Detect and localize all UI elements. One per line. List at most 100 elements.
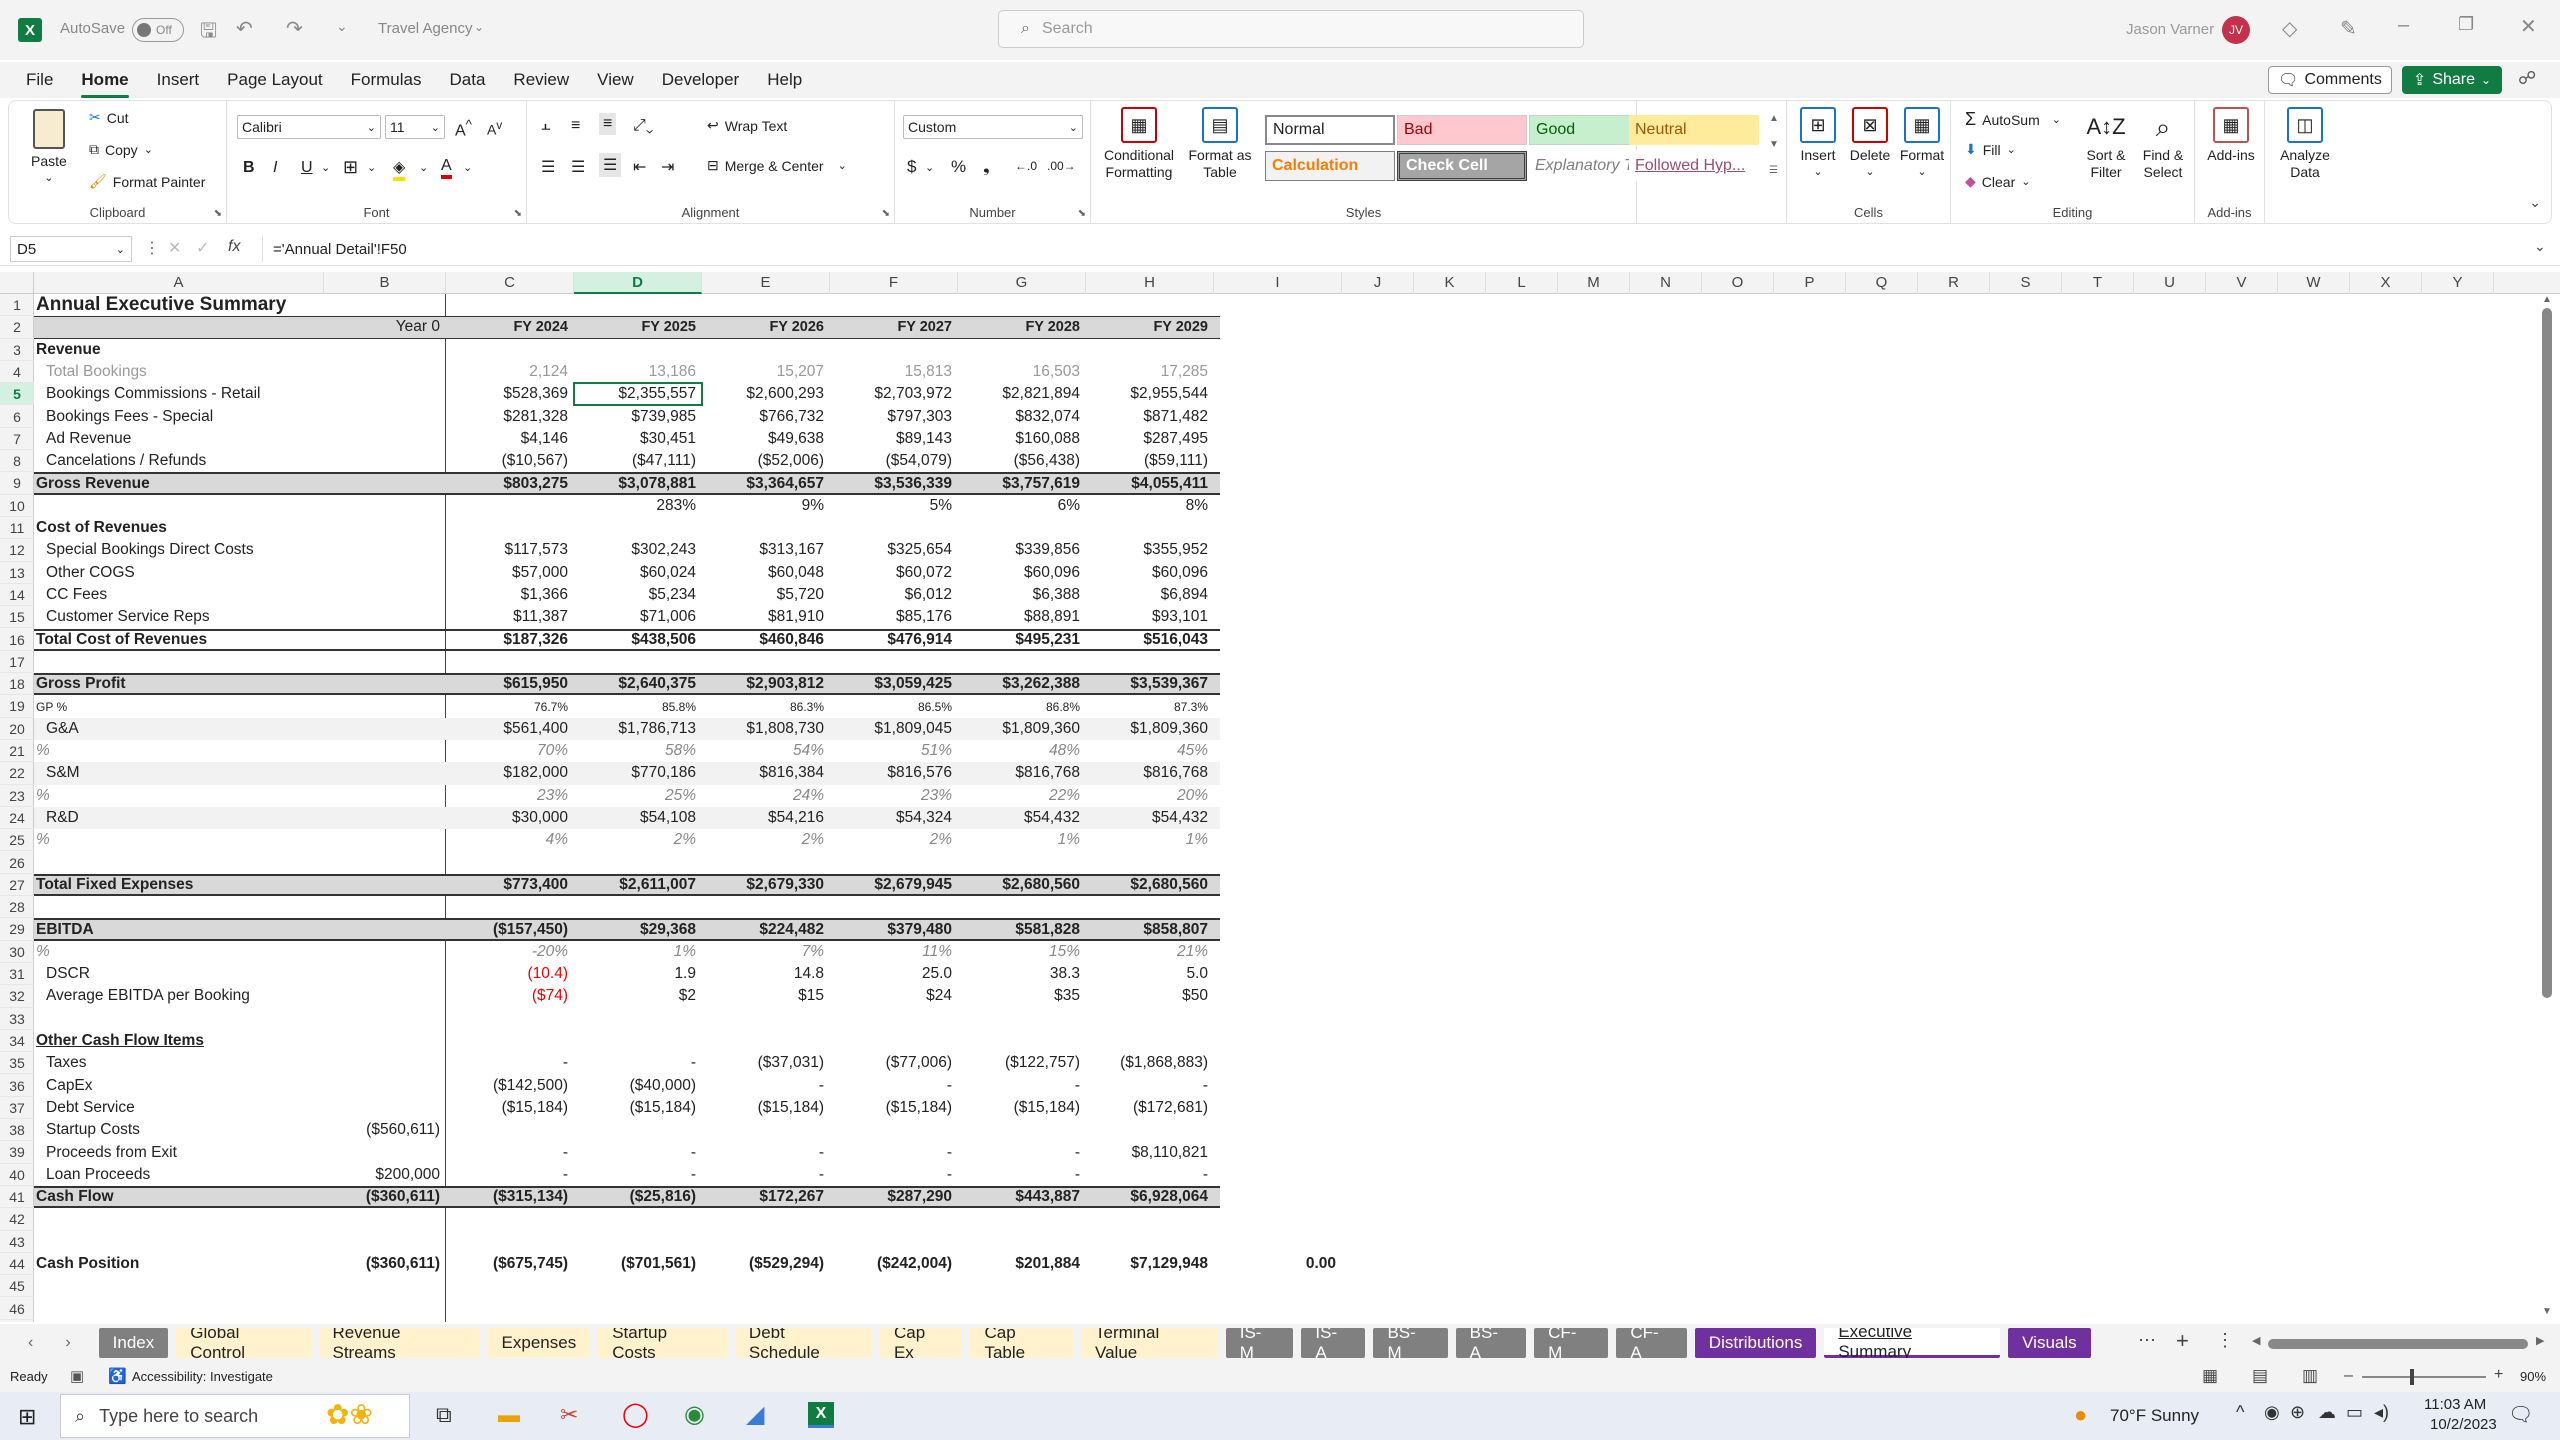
column-header-s[interactable]: S bbox=[1990, 272, 2062, 294]
sheet-tab-index[interactable]: Index bbox=[98, 1328, 169, 1358]
check-value[interactable]: 0.00 bbox=[1214, 1253, 1342, 1275]
minimize-icon[interactable]: – bbox=[2398, 14, 2409, 37]
value-cell[interactable]: ($172,681) bbox=[1086, 1097, 1214, 1119]
find-select-button[interactable]: ⌕ Find & Select bbox=[2135, 107, 2191, 181]
borders-chevron-icon[interactable]: ⌄ bbox=[367, 161, 376, 174]
value-cell[interactable]: ($15,184) bbox=[830, 1097, 958, 1119]
row-header-35[interactable]: 35 bbox=[0, 1052, 34, 1075]
select-all-corner[interactable] bbox=[0, 272, 34, 294]
row-header-20[interactable]: 20 bbox=[0, 718, 34, 740]
format-painter-button[interactable]: 🖌 Format Painter bbox=[89, 173, 205, 190]
value-cell[interactable]: 1.9 bbox=[574, 963, 702, 985]
year-header[interactable]: FY 2026 bbox=[702, 317, 830, 337]
value-cell[interactable]: $50 bbox=[1086, 985, 1214, 1007]
value-cell[interactable]: $516,043 bbox=[1086, 631, 1214, 649]
menu-tab-file[interactable]: File bbox=[12, 62, 67, 98]
value-cell[interactable]: $117,573 bbox=[446, 539, 574, 561]
value-cell[interactable]: 51% bbox=[830, 740, 958, 762]
value-cell[interactable]: $2,611,007 bbox=[574, 876, 702, 894]
value-cell[interactable]: $1,786,713 bbox=[574, 718, 702, 740]
zoom-slider[interactable] bbox=[2362, 1369, 2486, 1385]
value-cell[interactable]: 23% bbox=[830, 785, 958, 807]
value-cell[interactable]: - bbox=[702, 1075, 830, 1097]
expand-formula-icon[interactable]: ⌄ bbox=[2534, 238, 2546, 255]
year-header[interactable]: FY 2029 bbox=[1086, 317, 1214, 337]
row-label[interactable]: Cost of Revenues bbox=[34, 517, 434, 539]
row-label[interactable]: Bookings Commissions - Retail bbox=[34, 383, 434, 405]
customize-qat-icon[interactable]: ⌄ bbox=[336, 18, 348, 35]
row-label[interactable]: GP % bbox=[34, 695, 434, 717]
row-header-15[interactable]: 15 bbox=[0, 606, 34, 629]
excel-taskbar-icon[interactable]: X bbox=[808, 1402, 834, 1428]
column-header-l[interactable]: L bbox=[1486, 272, 1558, 294]
row-header-24[interactable]: 24 bbox=[0, 807, 34, 830]
value-cell[interactable]: $816,768 bbox=[1086, 762, 1214, 784]
hscroll-right-icon[interactable]: ▶ bbox=[2536, 1334, 2544, 1347]
sheet-tab-terminal-value[interactable]: Terminal Value bbox=[1081, 1328, 1218, 1358]
value-cell[interactable]: ($15,184) bbox=[446, 1097, 574, 1119]
value-cell[interactable]: - bbox=[702, 1141, 830, 1163]
value-cell[interactable]: 87.3% bbox=[1086, 695, 1214, 717]
year-header[interactable]: FY 2024 bbox=[446, 317, 574, 337]
value-cell[interactable]: $160,088 bbox=[958, 428, 1086, 450]
column-header-m[interactable]: M bbox=[1558, 272, 1630, 294]
value-cell[interactable]: $187,326 bbox=[446, 631, 574, 649]
value-cell[interactable]: 11% bbox=[830, 941, 958, 963]
sheet-tab-bs-a[interactable]: BS- A bbox=[1455, 1328, 1527, 1358]
value-cell[interactable]: ($54,079) bbox=[830, 450, 958, 472]
value-cell[interactable]: - bbox=[702, 1164, 830, 1186]
paste-button[interactable]: Paste ⌄ bbox=[31, 109, 67, 187]
tray-record-icon[interactable]: ◉ bbox=[2264, 1402, 2280, 1423]
value-cell[interactable]: 5% bbox=[830, 495, 958, 517]
value-cell[interactable]: $581,828 bbox=[958, 920, 1086, 938]
value-cell[interactable]: - bbox=[958, 1164, 1086, 1186]
delete-cells-button[interactable]: ⊠ Delete ⌄ bbox=[1847, 107, 1893, 181]
underline-icon[interactable]: U bbox=[301, 159, 313, 177]
value-cell[interactable]: ($15,184) bbox=[574, 1097, 702, 1119]
value-cell[interactable]: $54,324 bbox=[830, 807, 958, 829]
value-cell[interactable]: $615,950 bbox=[446, 675, 574, 693]
increase-indent-icon[interactable]: ⇥ bbox=[661, 157, 674, 177]
value-cell[interactable]: $2,600,293 bbox=[702, 383, 830, 405]
worksheet-grid[interactable]: Annual Executive Summary Year 0 FY 2024 FY … bbox=[34, 294, 2534, 1322]
value-cell[interactable]: $871,482 bbox=[1086, 406, 1214, 428]
sheet-tab-distributions[interactable]: Distributions bbox=[1694, 1328, 1817, 1358]
value-cell[interactable]: 4% bbox=[446, 829, 574, 851]
row-header-9[interactable]: 9 bbox=[0, 472, 34, 495]
sheet-tab-cf-m[interactable]: CF- M bbox=[1534, 1328, 1609, 1358]
analyze-data-button[interactable]: ◫ Analyze Data bbox=[2277, 107, 2333, 181]
copy-button[interactable]: ⧉ Copy ⌄ bbox=[89, 141, 153, 158]
column-header-w[interactable]: W bbox=[2278, 272, 2350, 294]
menu-tab-view[interactable]: View bbox=[583, 62, 648, 98]
more-sheets-icon[interactable]: ⋯ bbox=[2138, 1330, 2156, 1351]
row-label[interactable]: Bookings Fees - Special bbox=[34, 406, 434, 428]
font-color-chevron-icon[interactable]: ⌄ bbox=[463, 161, 472, 174]
format-cells-button[interactable]: ▦ Format ⌄ bbox=[1899, 107, 1945, 181]
column-header-r[interactable]: R bbox=[1918, 272, 1990, 294]
value-cell[interactable]: $561,400 bbox=[446, 718, 574, 740]
align-right-icon[interactable]: ☰ bbox=[599, 153, 622, 177]
row-label[interactable]: Taxes bbox=[34, 1052, 434, 1074]
currency-icon[interactable]: $ bbox=[907, 157, 916, 177]
value-cell[interactable]: 24% bbox=[702, 785, 830, 807]
value-cell[interactable]: $60,048 bbox=[702, 562, 830, 584]
value-cell[interactable]: - bbox=[446, 1164, 574, 1186]
add-sheet-icon[interactable]: + bbox=[2176, 1328, 2189, 1354]
row-label[interactable]: G&A bbox=[34, 718, 434, 740]
value-cell[interactable]: $339,856 bbox=[958, 539, 1086, 561]
alignment-launcher-icon[interactable]: ⬊ bbox=[882, 208, 890, 219]
conditional-formatting-button[interactable]: ▦ Conditional Formatting bbox=[1099, 107, 1179, 181]
value-cell[interactable]: $201,884 bbox=[958, 1253, 1086, 1275]
style-neutral-cell[interactable]: Neutral bbox=[1629, 115, 1759, 145]
coauthor-icon[interactable]: ☍ bbox=[2518, 68, 2536, 89]
row-header-14[interactable]: 14 bbox=[0, 584, 34, 607]
value-cell[interactable]: 70% bbox=[446, 740, 574, 762]
value-cell[interactable]: 5.0 bbox=[1086, 963, 1214, 985]
menu-tab-home[interactable]: Home bbox=[67, 62, 142, 98]
year0-header[interactable]: Year 0 bbox=[324, 317, 446, 337]
row-header-7[interactable]: 7 bbox=[0, 428, 34, 451]
scroll-thumb[interactable] bbox=[2542, 308, 2552, 998]
value-cell[interactable]: 25.0 bbox=[830, 963, 958, 985]
value-cell[interactable]: $3,539,367 bbox=[1086, 675, 1214, 693]
value-cell[interactable]: ($157,450) bbox=[446, 920, 574, 938]
